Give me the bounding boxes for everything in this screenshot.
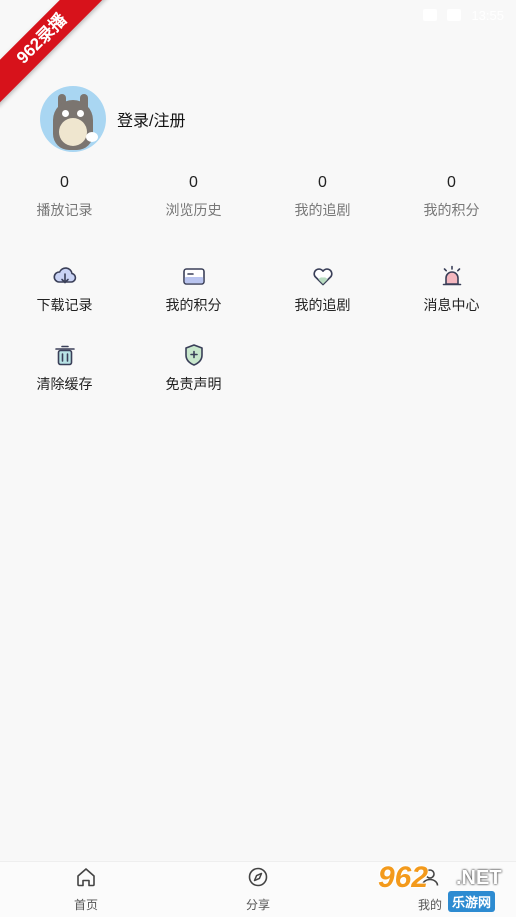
- corner-ribbon: 962录播: [0, 0, 110, 110]
- heart-icon: [309, 262, 337, 290]
- watermark-sub: 乐游网: [448, 891, 496, 912]
- stat-label: 浏览历史: [165, 202, 222, 218]
- menu-label: 消息中心: [423, 297, 480, 313]
- menu-clear-cache[interactable]: 清除缓存: [0, 341, 129, 394]
- cloud-download-icon: [51, 262, 79, 290]
- menu-message-center[interactable]: 消息中心: [387, 262, 516, 315]
- card-icon: [180, 262, 208, 290]
- login-register-link[interactable]: 登录/注册: [117, 107, 185, 131]
- stat-label: 我的追剧: [294, 202, 351, 218]
- tab-home[interactable]: 首页: [0, 862, 172, 917]
- stat-label: 播放记录: [36, 202, 93, 218]
- status-time: 13:55: [471, 7, 504, 23]
- watermark-domain: .NET: [456, 867, 502, 889]
- menu-label: 下载记录: [36, 297, 93, 313]
- corner-badge: 962录播: [0, 0, 110, 107]
- wifi-icon: [423, 9, 438, 21]
- stat-value: 0: [318, 174, 327, 191]
- stat-my-points[interactable]: 0 我的积分: [387, 172, 516, 220]
- menu-label: 清除缓存: [36, 376, 93, 392]
- menu-disclaimer[interactable]: 免责声明: [129, 341, 258, 394]
- watermark-brand: 962: [378, 861, 429, 894]
- trash-icon: [51, 341, 79, 369]
- tab-share[interactable]: 分享: [172, 862, 344, 917]
- menu-label: 我的追剧: [294, 297, 351, 313]
- stat-value: 0: [189, 174, 198, 191]
- menu-label: 我的积分: [165, 297, 222, 313]
- compass-icon: [247, 866, 269, 893]
- menu-label: 免责声明: [165, 376, 222, 392]
- alarm-icon: [438, 262, 466, 290]
- home-icon: [75, 866, 97, 893]
- stat-play-history[interactable]: 0 播放记录: [0, 172, 129, 220]
- stats-row: 0 播放记录 0 浏览历史 0 我的追剧 0 我的积分: [0, 172, 516, 220]
- shield-icon: [180, 341, 208, 369]
- stat-value: 0: [447, 174, 456, 191]
- stat-label: 我的积分: [423, 202, 480, 218]
- menu-my-points[interactable]: 我的积分: [129, 262, 258, 315]
- stat-my-follows[interactable]: 0 我的追剧: [258, 172, 387, 220]
- site-watermark: 962 .NET 乐游网: [378, 861, 510, 912]
- tab-label: 首页: [73, 898, 98, 912]
- stat-browse-history[interactable]: 0 浏览历史: [129, 172, 258, 220]
- tab-label: 分享: [245, 898, 270, 912]
- battery-icon: [447, 9, 462, 21]
- menu-my-follows[interactable]: 我的追剧: [258, 262, 387, 315]
- menu-grid: 下载记录 我的积分 我的追剧 消息中心 清除缓存 免责声明: [0, 262, 516, 394]
- menu-download-records[interactable]: 下载记录: [0, 262, 129, 315]
- stat-value: 0: [60, 174, 69, 191]
